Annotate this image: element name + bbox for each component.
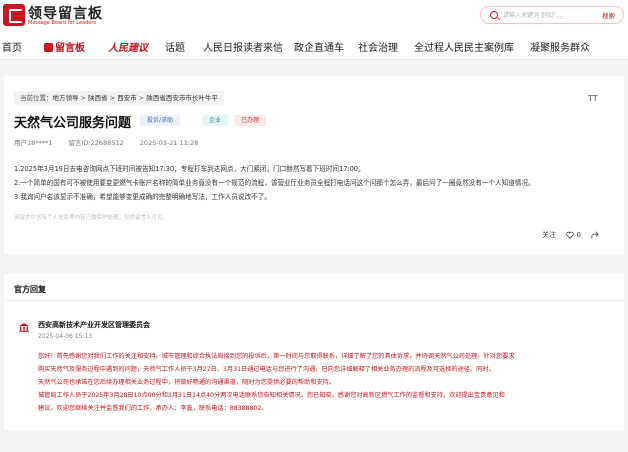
share-icon	[591, 231, 599, 239]
follow-button[interactable]: 关注	[542, 230, 556, 240]
message-card: 当前位置：地方领导 > 陕西省 > 西安市 > 陕西省西安市市长叶牛平 TT 天…	[4, 76, 624, 254]
share-button[interactable]	[591, 231, 599, 239]
nav-reader-letters[interactable]: 人民日报读者来信	[203, 39, 283, 54]
message-date: 2025-03-21 11:28	[139, 139, 199, 147]
reply-paragraph: 天然气公司也承诺在您后续办理相关业务过程中，将做好畅通的沟通渠道，随时为您提供必…	[38, 379, 335, 386]
content-paragraph: 3.我询问户名该显示不准确，希望能够变更成确的完整明确地写法，工作人员说改不了。	[14, 193, 271, 201]
nav-enterprise-express[interactable]: 政企直通车	[294, 39, 344, 54]
logo-icon[interactable]	[3, 4, 25, 26]
font-size-button[interactable]: TT	[588, 94, 598, 103]
nav-people-suggestions[interactable]: 人民建议	[108, 39, 148, 54]
reply-paragraph: 购买天然气及服务过程中遇到的问题，天然气工作人员于3月27日、3月31日通过电话…	[38, 366, 495, 373]
reply-paragraph: 城管局工作人员于2025年3月28日10点00分和3月31日14点40分两次电话…	[38, 392, 505, 399]
logo-subtitle: Message Board for Leaders	[28, 20, 97, 26]
message-id: 留言ID:22688512	[68, 139, 124, 147]
content-paragraph: 1.2025年3月19日去电咨询网点下班时间被告知17:30，专程打车到达网点，…	[14, 165, 365, 173]
type-badge: 投诉/求助	[140, 115, 181, 126]
message-content: 1.2025年3月19日去电咨询网点下班时间被告知17:30，专程打车到达网点，…	[14, 162, 614, 204]
breadcrumb: 当前位置：地方领导 > 陕西省 > 西安市 > 陕西省西安市市长叶牛平	[14, 91, 224, 105]
status-badge: 已办理	[234, 115, 267, 126]
breadcrumb-separator: >	[138, 94, 145, 102]
reply-content: 您好！首先感谢您对我们工作的关注和支持。城市管理和综合执法局接到您的投诉后，第一…	[38, 350, 618, 415]
privacy-disclaimer: 该留言中含有个人信息等内容已做保护处理，仅供留言人可见。	[14, 215, 169, 221]
reply-date: 2025-04-06 15:13	[38, 333, 93, 340]
breadcrumb-item[interactable]: 陕西省	[88, 94, 108, 102]
search-box: 搜索	[480, 6, 624, 24]
breadcrumb-separator: >	[80, 94, 87, 102]
site-header: 领导留言板 Message Board for Leaders 搜索	[0, 0, 628, 34]
breadcrumb-prefix: 当前位置：	[20, 94, 53, 102]
like-button[interactable]: 0	[566, 231, 581, 239]
message-actions: 关注 0	[542, 230, 607, 240]
reply-paragraph: 建议。欢迎您继续关注并监督我们的工作。承办人：李鑫，联系电话：88388802。	[38, 405, 268, 412]
message-meta: 用户18****1 留言ID:22688512 2025-03-21 11:28	[14, 137, 212, 147]
like-count: 0	[576, 231, 581, 239]
nav-home[interactable]: 首页	[2, 39, 22, 54]
search-icon	[490, 11, 498, 19]
breadcrumb-item[interactable]: 地方领导	[53, 94, 79, 102]
nav-serve-masses[interactable]: 凝聚服务群众	[530, 39, 590, 54]
search-input[interactable]	[503, 9, 593, 22]
main-nav: 首页 留言板 人民建议 话题 人民日报读者来信 政企直通车 社会治理 全过程人民…	[0, 34, 628, 60]
heart-icon	[566, 231, 575, 239]
official-reply-card: 官方回复 西安高新技术产业开发区管理委员会 2025-04-06 15:13 您…	[4, 274, 624, 430]
nav-democracy-cases[interactable]: 全过程人民民主案例库	[414, 39, 514, 54]
nav-message-board[interactable]: 留言板	[44, 39, 85, 54]
page-title: 天然气公司服务问题	[14, 116, 132, 131]
reply-org-name: 西安高新技术产业开发区管理委员会	[38, 321, 150, 329]
reply-heading: 官方回复	[14, 285, 46, 294]
government-building-icon	[19, 323, 29, 332]
divider	[4, 300, 624, 301]
nav-social-governance[interactable]: 社会治理	[358, 39, 398, 54]
message-user: 用户18****1	[14, 139, 53, 147]
search-button[interactable]: 搜索	[602, 10, 615, 20]
nav-topics[interactable]: 话题	[165, 39, 185, 54]
reply-paragraph: 您好！首先感谢您对我们工作的关注和支持。城市管理和综合执法局接到您的投诉后，第一…	[38, 353, 515, 360]
message-board-icon	[44, 43, 53, 52]
breadcrumb-separator: >	[109, 94, 116, 102]
org-badge: 企业	[202, 115, 229, 126]
breadcrumb-item[interactable]: 陕西省西安市市长叶牛平	[146, 94, 218, 102]
breadcrumb-item[interactable]: 西安市	[117, 94, 137, 102]
nav-message-board-label: 留言板	[55, 43, 85, 54]
content-paragraph: 2.一个简单的国有可不被使用要变更燃气卡账户名称的简单业务竟没有一个规范的流程，…	[14, 179, 535, 187]
